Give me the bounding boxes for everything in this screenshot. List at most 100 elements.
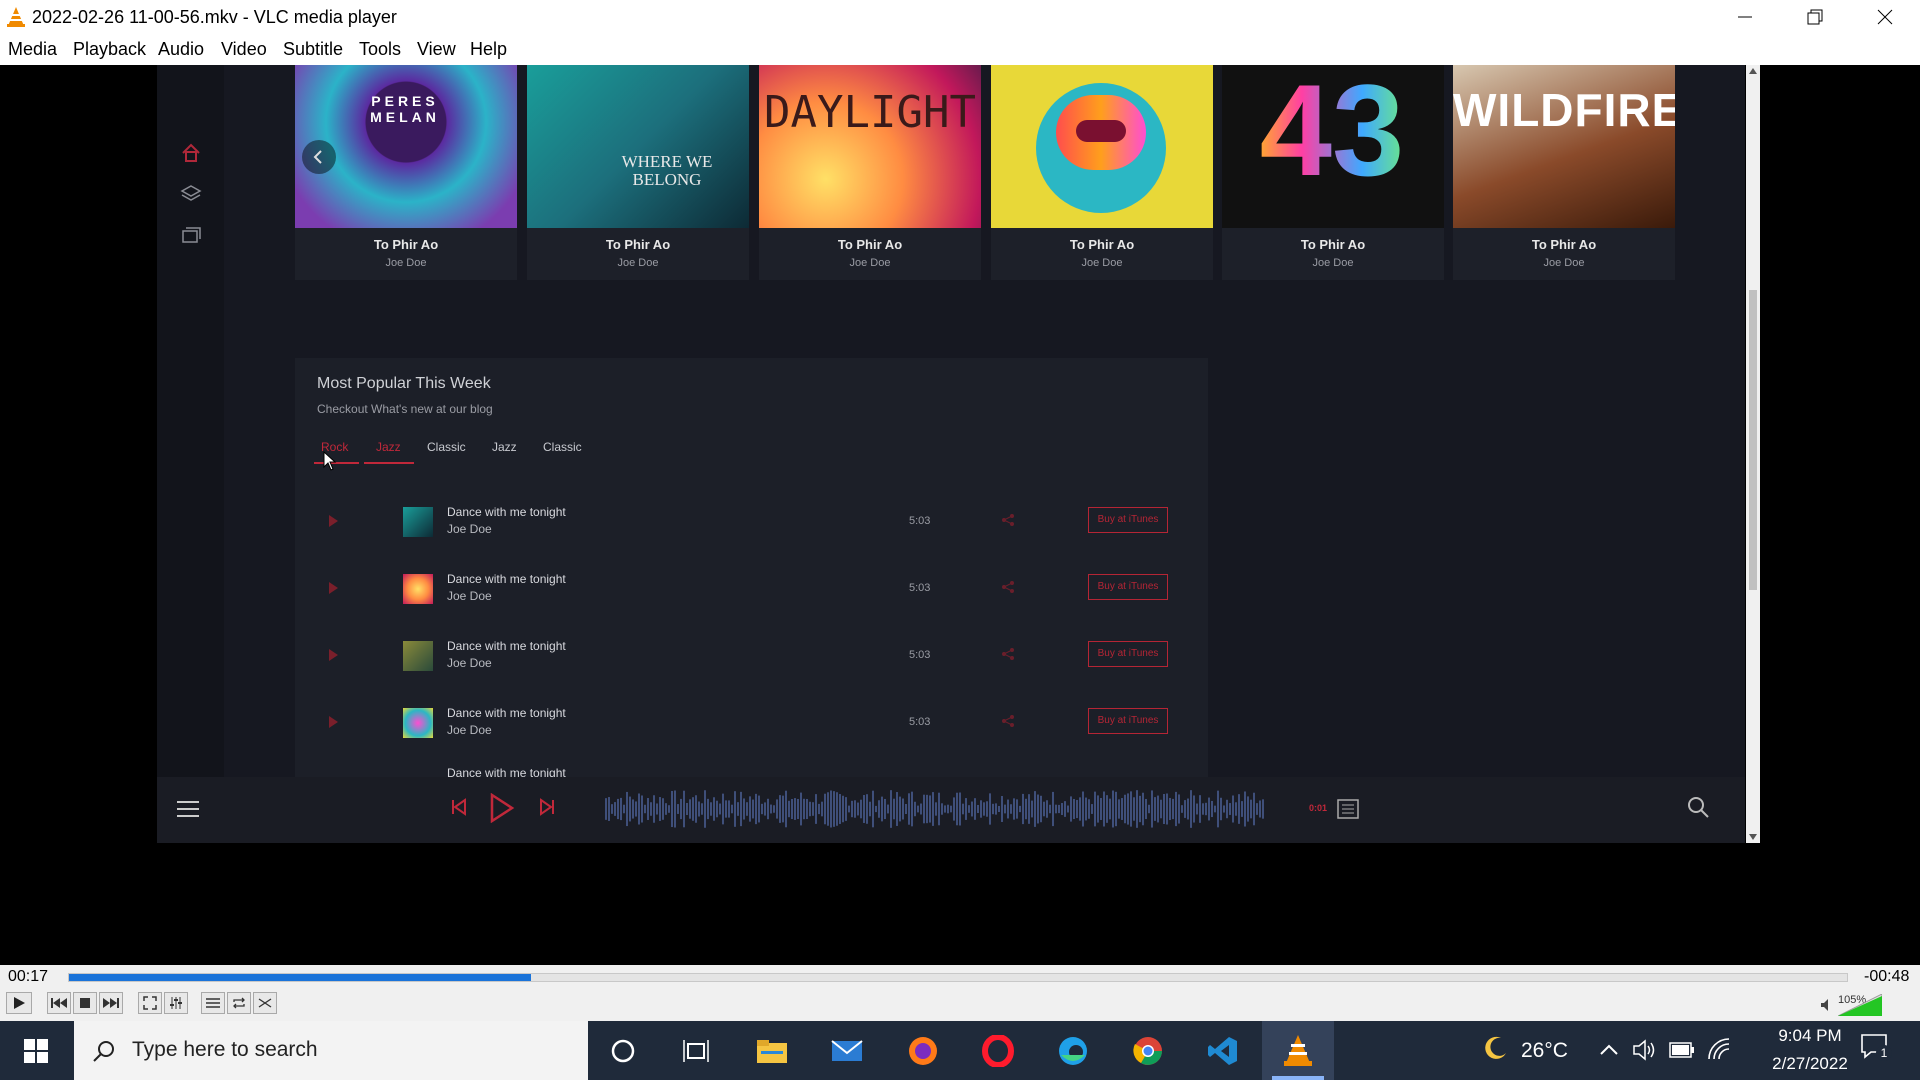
scroll-up-icon[interactable] <box>1749 68 1757 74</box>
cortana-button[interactable] <box>605 1033 641 1069</box>
table-row[interactable]: Dance with me tonight <box>295 763 1208 778</box>
waveform-bar <box>1073 798 1075 820</box>
app-scrollbar[interactable] <box>1746 65 1760 843</box>
clock-time[interactable]: 9:04 PM <box>1755 1026 1865 1046</box>
task-view-button[interactable] <box>678 1033 714 1069</box>
share-icon[interactable] <box>1001 513 1015 527</box>
tab-jazz-2[interactable]: Jazz <box>492 440 517 454</box>
menu-playback[interactable]: Playback <box>73 39 146 60</box>
seek-bar[interactable] <box>68 973 1848 982</box>
tab-jazz[interactable]: Jazz <box>376 440 401 454</box>
opera-button[interactable] <box>980 1033 1016 1069</box>
notification-button[interactable]: 1 <box>1860 1033 1896 1069</box>
fullscreen-button[interactable] <box>138 992 162 1014</box>
taskbar-search[interactable]: Type here to search <box>74 1021 588 1080</box>
waveform-bar <box>1028 794 1030 824</box>
carousel-prev-button[interactable] <box>302 140 336 174</box>
tab-classic[interactable]: Classic <box>427 440 466 454</box>
share-icon[interactable] <box>1001 580 1015 594</box>
waveform-bar <box>1208 797 1210 821</box>
moon-icon[interactable] <box>1483 1035 1509 1061</box>
table-row[interactable]: Dance with me tonight Joe Doe 5:03 Buy a… <box>295 562 1208 628</box>
wifi-icon[interactable] <box>1707 1037 1731 1061</box>
popular-panel: Most Popular This Week Checkout What's n… <box>295 358 1208 778</box>
buy-button[interactable]: Buy at iTunes <box>1088 641 1168 667</box>
stop-button[interactable] <box>73 992 97 1014</box>
firefox-button[interactable] <box>905 1033 941 1069</box>
album-card[interactable]: WILDFIRE To Phir Ao Joe Doe <box>1453 65 1675 280</box>
play-icon[interactable] <box>329 515 338 527</box>
restore-button[interactable] <box>1780 0 1850 34</box>
playlist-icon <box>206 998 220 1008</box>
play-icon[interactable] <box>329 649 338 661</box>
waveform[interactable] <box>605 787 1265 831</box>
table-row[interactable]: Dance with me tonight Joe Doe 5:03 Buy a… <box>295 495 1208 561</box>
home-icon[interactable] <box>180 142 202 164</box>
waveform-bar <box>1220 797 1222 821</box>
menu-icon[interactable] <box>177 800 199 818</box>
loop-button[interactable] <box>227 992 251 1014</box>
shuffle-button[interactable] <box>253 992 277 1014</box>
edge-button[interactable] <box>1055 1033 1091 1069</box>
menu-subtitle[interactable]: Subtitle <box>283 39 343 60</box>
equalizer-icon <box>170 997 182 1009</box>
menu-help[interactable]: Help <box>470 39 507 60</box>
scroll-down-icon[interactable] <box>1749 834 1757 840</box>
file-explorer-button[interactable] <box>754 1033 790 1069</box>
buy-button[interactable]: Buy at iTunes <box>1088 574 1168 600</box>
waveform-bar <box>1247 796 1249 822</box>
previous-button[interactable] <box>47 992 71 1014</box>
play-button[interactable] <box>6 992 32 1014</box>
vscode-button[interactable] <box>1205 1033 1241 1069</box>
extended-settings-button[interactable] <box>164 992 188 1014</box>
waveform-bar <box>881 796 883 822</box>
table-row[interactable]: Dance with me tonight Joe Doe 5:03 Buy a… <box>295 629 1208 695</box>
app-sidebar <box>157 65 224 777</box>
album-card[interactable]: WHERE WE BELONG To Phir Ao Joe Doe <box>527 65 749 280</box>
vlc-taskbar-active[interactable] <box>1262 1021 1334 1080</box>
start-button[interactable] <box>18 1033 54 1069</box>
previous-track-icon[interactable] <box>451 798 467 816</box>
scrollbar-thumb[interactable] <box>1749 290 1757 590</box>
menu-video[interactable]: Video <box>221 39 267 60</box>
clock-date[interactable]: 2/27/2022 <box>1755 1054 1865 1074</box>
temperature[interactable]: 26°C <box>1521 1039 1568 1063</box>
play-icon[interactable] <box>329 716 338 728</box>
waveform-bar <box>995 803 997 815</box>
buy-button[interactable]: Buy at iTunes <box>1088 708 1168 734</box>
menu-tools[interactable]: Tools <box>359 39 401 60</box>
play-icon[interactable] <box>489 793 515 823</box>
share-icon[interactable] <box>1001 647 1015 661</box>
volume-slider[interactable] <box>1838 994 1882 1016</box>
playlist-icon[interactable] <box>1337 799 1359 819</box>
play-icon[interactable] <box>329 582 338 594</box>
playlist-button[interactable] <box>201 992 225 1014</box>
waveform-bar <box>1004 804 1006 814</box>
share-icon[interactable] <box>1001 714 1015 728</box>
album-card[interactable]: To Phir Ao Joe Doe <box>991 65 1213 280</box>
chevron-up-icon[interactable] <box>1600 1043 1618 1055</box>
search-icon[interactable] <box>1687 796 1709 818</box>
album-card[interactable]: 43 To Phir Ao Joe Doe <box>1222 65 1444 280</box>
album-card[interactable]: DAYLIGHT To Phir Ao Joe Doe <box>759 65 981 280</box>
speaker-icon[interactable] <box>1820 998 1834 1012</box>
close-button[interactable] <box>1850 0 1920 34</box>
menu-media[interactable]: Media <box>8 39 57 60</box>
chrome-button[interactable] <box>1130 1033 1166 1069</box>
next-button[interactable] <box>99 992 123 1014</box>
buy-button[interactable]: Buy at iTunes <box>1088 507 1168 533</box>
gallery-icon[interactable] <box>180 224 202 246</box>
next-track-icon[interactable] <box>539 798 555 816</box>
menu-view[interactable]: View <box>417 39 456 60</box>
volume-icon[interactable] <box>1633 1039 1657 1061</box>
waveform-bar <box>950 805 952 813</box>
minimize-button[interactable] <box>1710 0 1780 34</box>
tab-classic-2[interactable]: Classic <box>543 440 582 454</box>
layers-icon[interactable] <box>180 183 202 205</box>
table-row[interactable]: Dance with me tonight Joe Doe 5:03 Buy a… <box>295 696 1208 762</box>
menu-audio[interactable]: Audio <box>158 39 204 60</box>
mail-button[interactable] <box>829 1033 865 1069</box>
waveform-bar <box>713 797 715 821</box>
battery-icon[interactable] <box>1669 1041 1695 1059</box>
waveform-bar <box>845 797 847 821</box>
